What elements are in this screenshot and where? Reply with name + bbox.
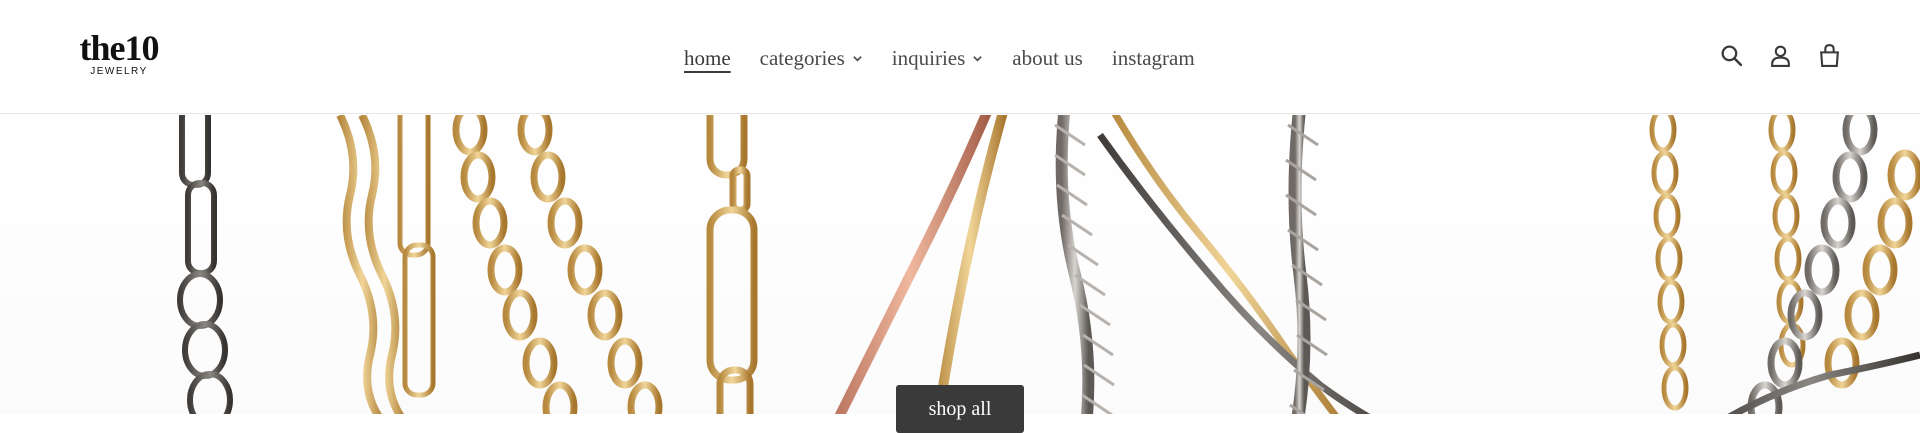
nav-item-label: instagram [1111, 45, 1195, 70]
chains-hero-image [177, 115, 1920, 414]
nav-item-label: home [684, 45, 731, 70]
nav-item-home[interactable]: home [684, 46, 731, 71]
main-navigation: home categories inquiries about us insta… [684, 44, 1195, 72]
nav-item-label: categories [759, 45, 845, 70]
logo-subtitle: JEWELRY [90, 66, 148, 77]
hero-banner[interactable] [0, 115, 1920, 414]
header-icons [1719, 43, 1842, 68]
brand-logo[interactable]: the10 JEWELRY [78, 30, 160, 80]
nav-item-label: about us [1012, 45, 1083, 70]
logo-wordmark: the10 [79, 28, 160, 68]
shop-all-button[interactable]: shop all [896, 385, 1024, 433]
nav-item-categories[interactable]: categories [760, 46, 863, 71]
nav-item-about-us[interactable]: about us [1012, 46, 1083, 71]
search-icon[interactable] [1719, 43, 1744, 68]
nav-item-instagram[interactable]: instagram [1112, 46, 1195, 71]
site-header: the10 JEWELRY home categories inquiries … [0, 0, 1920, 114]
chevron-down-icon [973, 55, 983, 62]
nav-item-inquiries[interactable]: inquiries [892, 46, 984, 71]
account-icon[interactable] [1768, 43, 1793, 68]
cart-icon[interactable] [1817, 43, 1842, 68]
nav-item-label: inquiries [891, 45, 966, 70]
chevron-down-icon [853, 55, 862, 62]
